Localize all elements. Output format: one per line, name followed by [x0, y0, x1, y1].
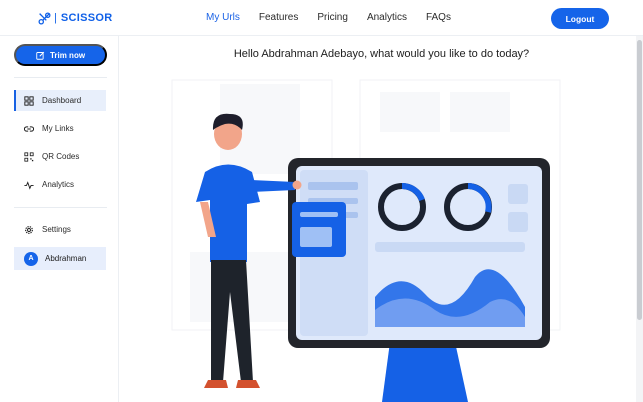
sidebar-divider [14, 207, 107, 208]
avatar: A [24, 251, 38, 266]
edit-icon [36, 51, 45, 60]
top-navbar: | SCISSOR My Urls Features Pricing Analy… [0, 0, 643, 36]
trim-now-button[interactable]: Trim now [14, 44, 107, 66]
sidebar-item-dashboard[interactable]: Dashboard [14, 90, 106, 111]
profile-card[interactable]: A Abdrahman [14, 247, 106, 270]
scrollbar-thumb[interactable] [637, 40, 642, 320]
logo-divider: | [54, 12, 57, 24]
dashboard-illustration [171, 79, 561, 402]
nav-my-urls[interactable]: My Urls [206, 12, 240, 23]
sidebar-item-settings[interactable]: Settings [14, 219, 106, 240]
nav-pricing[interactable]: Pricing [317, 12, 348, 23]
sidebar: Trim now Dashboard My Links QR Codes Ana… [0, 36, 119, 402]
sidebar-item-label: Dashboard [42, 96, 82, 105]
trim-now-label: Trim now [49, 50, 86, 60]
sidebar-item-my-links[interactable]: My Links [14, 118, 106, 139]
sidebar-item-analytics[interactable]: Analytics [14, 174, 106, 195]
nav-features[interactable]: Features [259, 12, 298, 23]
profile-name: Abdrahman [45, 254, 87, 263]
scissors-icon [38, 11, 51, 25]
brand-logo[interactable]: | SCISSOR [38, 10, 112, 26]
pulse-icon [24, 180, 34, 190]
logout-button[interactable]: Logout [551, 8, 609, 29]
page-greeting: Hello Abdrahman Adebayo, what would you … [233, 48, 530, 60]
floating-card [292, 202, 346, 257]
link-icon [24, 125, 34, 132]
sidebar-item-label: My Links [42, 124, 74, 133]
sidebar-item-label: Analytics [42, 180, 75, 189]
qr-code-icon [24, 151, 34, 162]
main-nav: My Urls Features Pricing Analytics FAQs [206, 12, 451, 23]
sidebar-item-label: Settings [42, 225, 71, 234]
sidebar-item-qr-codes[interactable]: QR Codes [14, 146, 106, 167]
nav-analytics[interactable]: Analytics [367, 12, 407, 23]
sidebar-divider [14, 77, 107, 78]
grid-icon [24, 95, 34, 106]
gear-icon [25, 225, 33, 234]
nav-faqs[interactable]: FAQs [426, 12, 451, 23]
sidebar-item-label: QR Codes [42, 152, 80, 161]
brand-name: SCISSOR [60, 12, 113, 24]
